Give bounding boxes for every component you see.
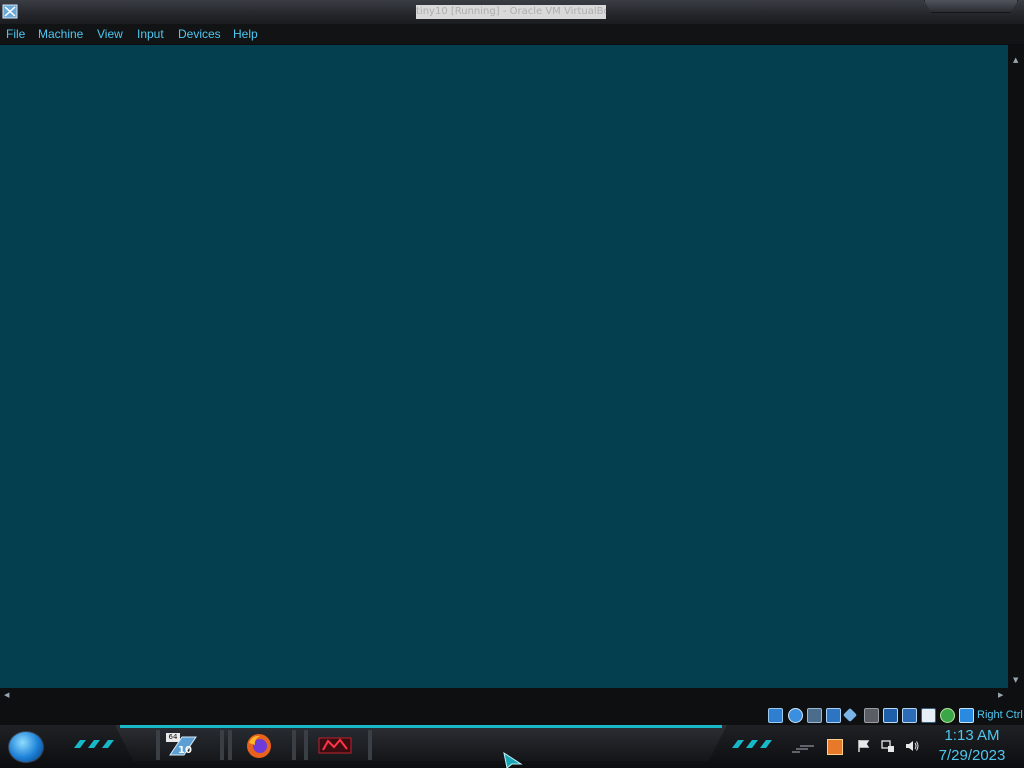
network-status-icon[interactable] <box>827 739 843 755</box>
taskbar-trim <box>120 725 722 728</box>
taskbar-app-firefox[interactable] <box>228 730 296 760</box>
red-app-icon <box>318 737 352 754</box>
guest-additions-icon[interactable] <box>940 708 955 723</box>
menubar: File Machine View Input Devices Help <box>0 24 1024 44</box>
menu-view[interactable]: View <box>97 26 123 42</box>
start-orb-icon[interactable] <box>8 731 44 763</box>
optical-drive-icon[interactable] <box>788 708 803 723</box>
audio-icon[interactable] <box>807 708 822 723</box>
scroll-up-arrow-icon[interactable]: ▲ <box>1013 57 1018 64</box>
left-chevrons-icon <box>74 740 114 748</box>
mouse-cursor-icon <box>503 752 523 768</box>
network-icon[interactable] <box>826 708 841 723</box>
scroll-left-arrow-icon[interactable]: ◀ <box>4 692 9 699</box>
host-key-label[interactable]: Right Ctrl <box>977 708 1023 722</box>
scroll-down-arrow-icon[interactable]: ▼ <box>1013 677 1018 684</box>
firefox-icon <box>247 734 271 758</box>
menu-devices[interactable]: Devices <box>178 26 221 42</box>
video-capture-icon[interactable] <box>902 708 917 723</box>
virtualbox-icon[interactable] <box>2 3 19 20</box>
flag-icon[interactable] <box>857 739 871 753</box>
menu-file[interactable]: File <box>6 26 25 42</box>
display-icon[interactable] <box>883 708 898 723</box>
show-hidden-icons-icon[interactable] <box>790 741 816 755</box>
horizontal-scrollbar[interactable]: ◀ ▶ <box>0 688 1024 703</box>
app-badge-bottom: 10 <box>178 745 192 756</box>
guest-display[interactable] <box>0 45 1008 688</box>
menu-help[interactable]: Help <box>233 26 258 42</box>
menu-machine[interactable]: Machine <box>38 26 83 42</box>
hard-disk-icon[interactable] <box>768 708 783 723</box>
window-title: tiny10 [Running] - Oracle VM VirtualBox <box>416 5 606 19</box>
scroll-right-arrow-icon[interactable]: ▶ <box>998 692 1003 699</box>
taskbar-clock-date[interactable]: 7/29/2023 <box>932 747 1012 765</box>
connection-icon[interactable] <box>881 739 895 753</box>
usb-icon[interactable] <box>842 707 858 723</box>
vertical-scrollbar[interactable]: ▲ ▼ <box>1008 45 1024 688</box>
window-titlebar[interactable]: tiny10 [Running] - Oracle VM VirtualBox <box>0 0 1024 25</box>
taskbar-app-third[interactable] <box>304 730 372 760</box>
vm-statusbar: Right Ctrl <box>0 703 1024 725</box>
virtualization-icon[interactable] <box>921 708 936 723</box>
taskbar-clock-time[interactable]: 1:13 AM <box>936 727 1008 745</box>
menu-input[interactable]: Input <box>137 26 164 42</box>
mouse-integration-icon[interactable] <box>959 708 974 723</box>
window-caption-buttons[interactable] <box>924 0 1018 13</box>
right-chevrons-icon <box>732 740 772 748</box>
volume-icon[interactable] <box>905 739 919 753</box>
taskbar-app-tiny10[interactable]: 64 10 <box>156 730 224 760</box>
shared-folders-icon[interactable] <box>864 708 879 723</box>
